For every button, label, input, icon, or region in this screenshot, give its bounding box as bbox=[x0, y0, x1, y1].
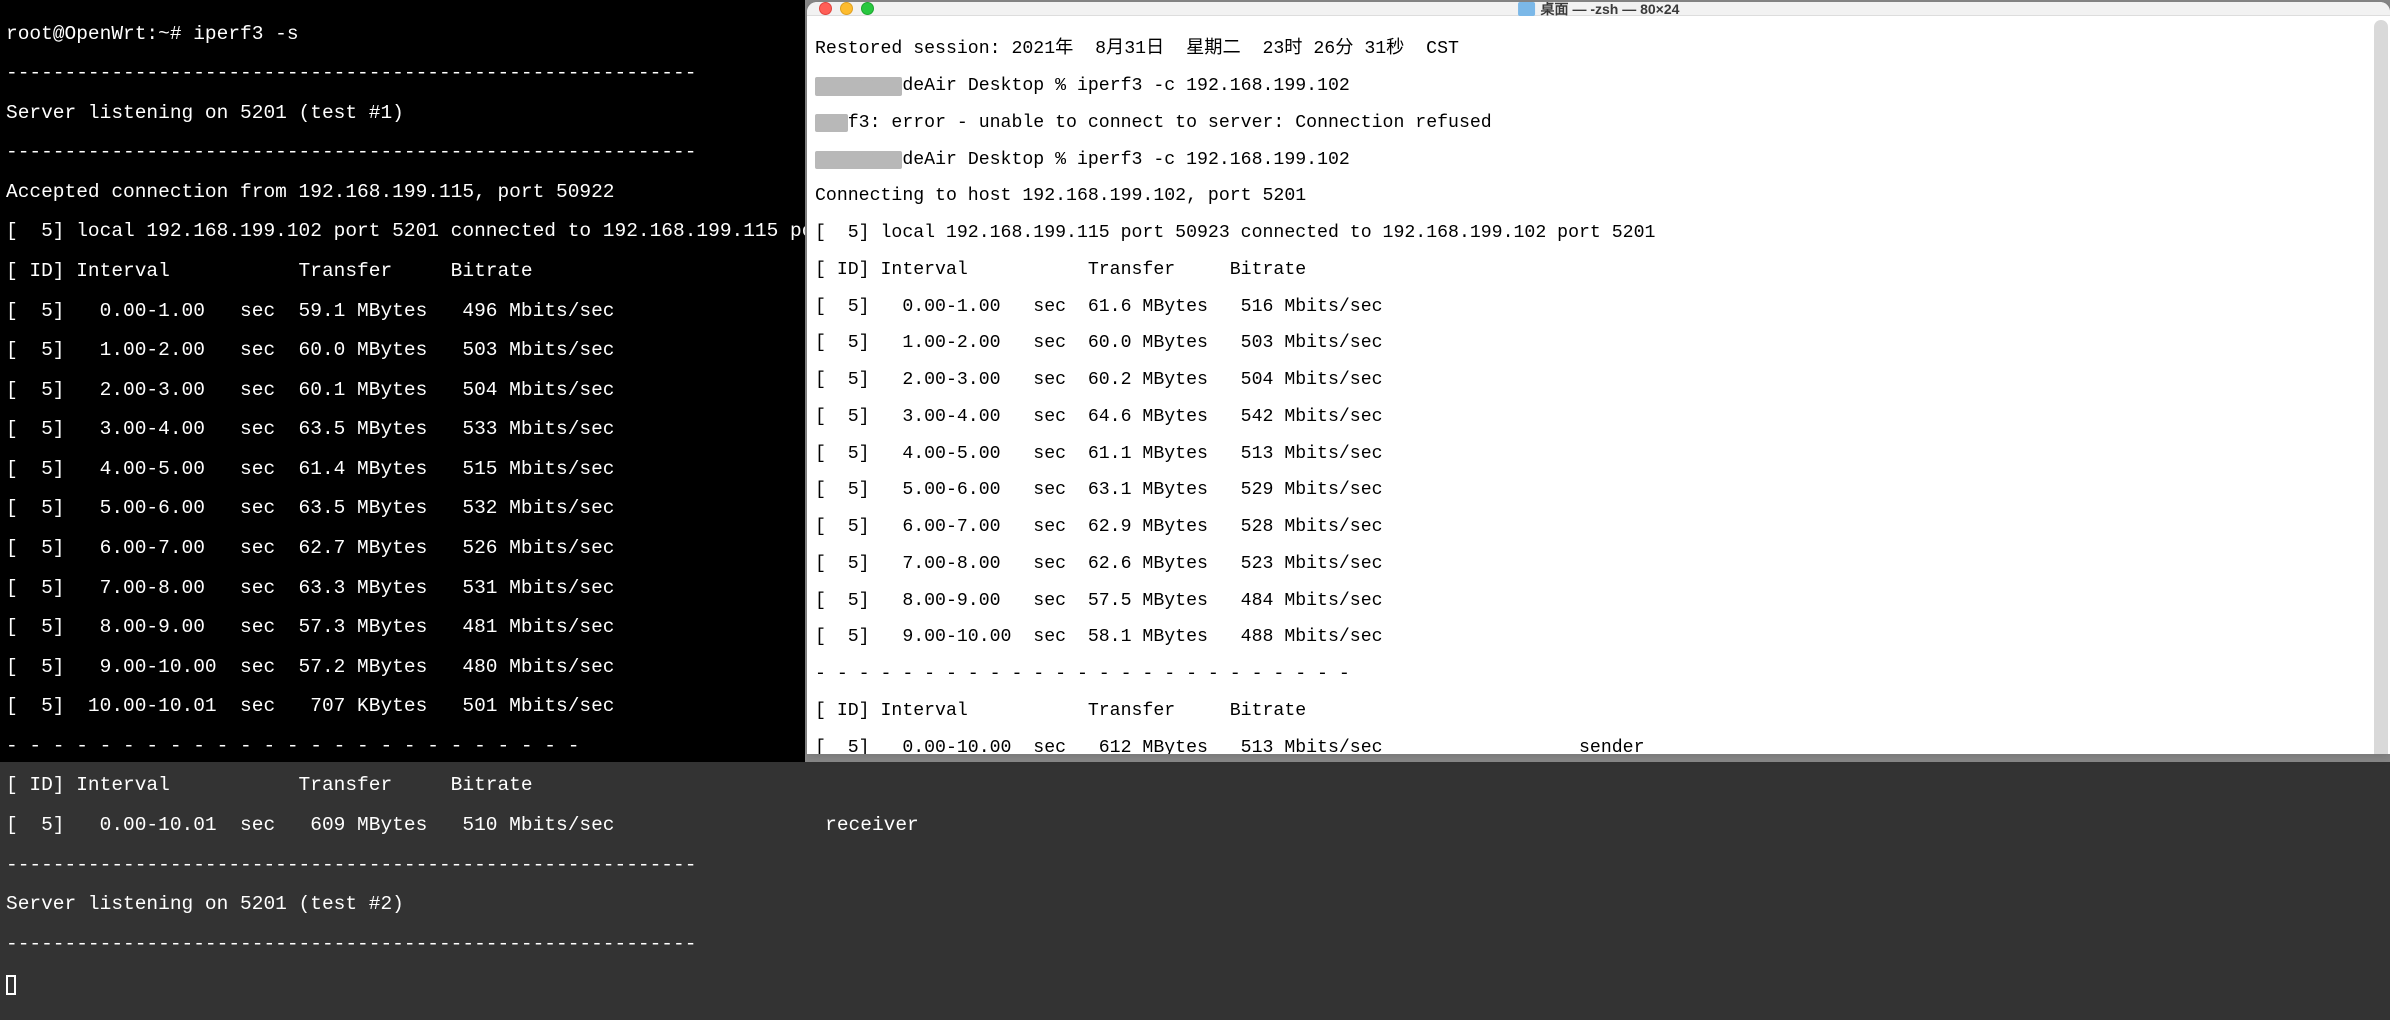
header-line: [ ID] Interval Transfer Bitrate bbox=[6, 261, 799, 281]
sum-header: [ ID] Interval Transfer Bitrate bbox=[6, 775, 799, 795]
data-row: [ 5] 8.00-9.00 sec 57.3 MBytes 481 Mbits… bbox=[6, 617, 799, 637]
minimize-icon[interactable] bbox=[840, 2, 853, 15]
scroll-thumb[interactable] bbox=[2374, 20, 2388, 754]
dash-line: ----------------------------------------… bbox=[6, 934, 799, 954]
data-row: [ 5] 3.00-4.00 sec 64.6 MBytes 542 Mbits… bbox=[815, 408, 2382, 427]
data-row: [ 5] 1.00-2.00 sec 60.0 MBytes 503 Mbits… bbox=[815, 334, 2382, 353]
sum-row: [ 5] 0.00-10.01 sec 609 MBytes 510 Mbits… bbox=[6, 815, 799, 835]
dash-line: ----------------------------------------… bbox=[6, 63, 799, 83]
folder-icon bbox=[1518, 2, 1535, 16]
data-row: [ 5] 7.00-8.00 sec 63.3 MBytes 531 Mbits… bbox=[6, 578, 799, 598]
accepted-line: Accepted connection from 192.168.199.115… bbox=[6, 182, 799, 202]
data-row: [ 5] 10.00-10.01 sec 707 KBytes 501 Mbit… bbox=[6, 696, 799, 716]
data-row: [ 5] 6.00-7.00 sec 62.9 MBytes 528 Mbits… bbox=[815, 518, 2382, 537]
data-row: [ 5] 5.00-6.00 sec 63.5 MBytes 532 Mbits… bbox=[6, 498, 799, 518]
redacted-text: Xxxxxxxx bbox=[815, 151, 902, 170]
data-row: [ 5] 2.00-3.00 sec 60.1 MBytes 504 Mbits… bbox=[6, 380, 799, 400]
data-row: [ 5] 2.00-3.00 sec 60.2 MBytes 504 Mbits… bbox=[815, 371, 2382, 390]
titlebar[interactable]: 桌面 — -zsh — 80×24 bbox=[807, 2, 2390, 16]
data-row: [ 5] 0.00-1.00 sec 61.6 MBytes 516 Mbits… bbox=[815, 298, 2382, 317]
data-row: [ 5] 4.00-5.00 sec 61.1 MBytes 513 Mbits… bbox=[815, 445, 2382, 464]
left-terminal[interactable]: root@OpenWrt:~# iperf3 -s --------------… bbox=[0, 0, 805, 762]
command: iperf3 -c 192.168.199.102 bbox=[1077, 150, 1350, 170]
dash-line: ----------------------------------------… bbox=[6, 142, 799, 162]
right-terminal-window: 桌面 — -zsh — 80×24 Restored session: 2021… bbox=[807, 2, 2390, 754]
data-row: [ 5] 0.00-1.00 sec 59.1 MBytes 496 Mbits… bbox=[6, 301, 799, 321]
prompt-host: deAir Desktop % bbox=[902, 76, 1077, 96]
cursor-icon bbox=[6, 975, 16, 995]
sep-line: - - - - - - - - - - - - - - - - - - - - … bbox=[6, 736, 799, 756]
listen-line: Server listening on 5201 (test #1) bbox=[6, 103, 799, 123]
data-row: [ 5] 7.00-8.00 sec 62.6 MBytes 523 Mbits… bbox=[815, 555, 2382, 574]
data-row: [ 5] 8.00-9.00 sec 57.5 MBytes 484 Mbits… bbox=[815, 592, 2382, 611]
error-text: f3: error - unable to connect to server:… bbox=[848, 113, 1492, 133]
redacted-text: xxx bbox=[815, 114, 848, 133]
sep-line: - - - - - - - - - - - - - - - - - - - - … bbox=[815, 665, 2382, 684]
data-row: [ 5] 3.00-4.00 sec 63.5 MBytes 533 Mbits… bbox=[6, 419, 799, 439]
sum-row: [ 5] 0.00-10.00 sec 612 MBytes 513 Mbits… bbox=[815, 739, 2382, 755]
conn-line: [ 5] local 192.168.199.102 port 5201 con… bbox=[6, 221, 799, 241]
prompt-line: XxxxxxxxdeAir Desktop % iperf3 -c 192.16… bbox=[815, 151, 2382, 170]
data-row: [ 5] 6.00-7.00 sec 62.7 MBytes 526 Mbits… bbox=[6, 538, 799, 558]
scrollbar[interactable] bbox=[2374, 18, 2388, 754]
right-terminal[interactable]: Restored session: 2021年 8月31日 星期二 23时 26… bbox=[807, 16, 2390, 754]
error-line: xxxf3: error - unable to connect to serv… bbox=[815, 114, 2382, 133]
connecting-line: Connecting to host 192.168.199.102, port… bbox=[815, 187, 2382, 206]
close-icon[interactable] bbox=[819, 2, 832, 15]
data-row: [ 5] 9.00-10.00 sec 57.2 MBytes 480 Mbit… bbox=[6, 657, 799, 677]
data-row: [ 5] 9.00-10.00 sec 58.1 MBytes 488 Mbit… bbox=[815, 628, 2382, 647]
conn-line: [ 5] local 192.168.199.115 port 50923 co… bbox=[815, 224, 2382, 243]
prompt: root@OpenWrt:~# bbox=[6, 23, 193, 45]
maximize-icon[interactable] bbox=[861, 2, 874, 15]
restored-line: Restored session: 2021年 8月31日 星期二 23时 26… bbox=[815, 40, 2382, 59]
command: iperf3 -s bbox=[193, 23, 298, 45]
data-row: [ 5] 4.00-5.00 sec 61.4 MBytes 515 Mbits… bbox=[6, 459, 799, 479]
prompt-line: root@OpenWrt:~# iperf3 -s bbox=[6, 24, 799, 44]
data-row: [ 5] 5.00-6.00 sec 63.1 MBytes 529 Mbits… bbox=[815, 481, 2382, 500]
prompt-line: XxxxxxxxdeAir Desktop % iperf3 -c 192.16… bbox=[815, 77, 2382, 96]
header-line: [ ID] Interval Transfer Bitrate bbox=[815, 261, 2382, 280]
command: iperf3 -c 192.168.199.102 bbox=[1077, 76, 1350, 96]
redacted-text: Xxxxxxxx bbox=[815, 77, 902, 96]
sum-header: [ ID] Interval Transfer Bitrate bbox=[815, 702, 2382, 721]
listen-line: Server listening on 5201 (test #2) bbox=[6, 894, 799, 914]
cursor-line bbox=[6, 973, 799, 1000]
right-window-wrap: 桌面 — -zsh — 80×24 Restored session: 2021… bbox=[805, 0, 2390, 762]
traffic-lights bbox=[819, 2, 874, 15]
dash-line: ----------------------------------------… bbox=[6, 855, 799, 875]
data-row: [ 5] 1.00-2.00 sec 60.0 MBytes 503 Mbits… bbox=[6, 340, 799, 360]
prompt-host: deAir Desktop % bbox=[902, 150, 1077, 170]
